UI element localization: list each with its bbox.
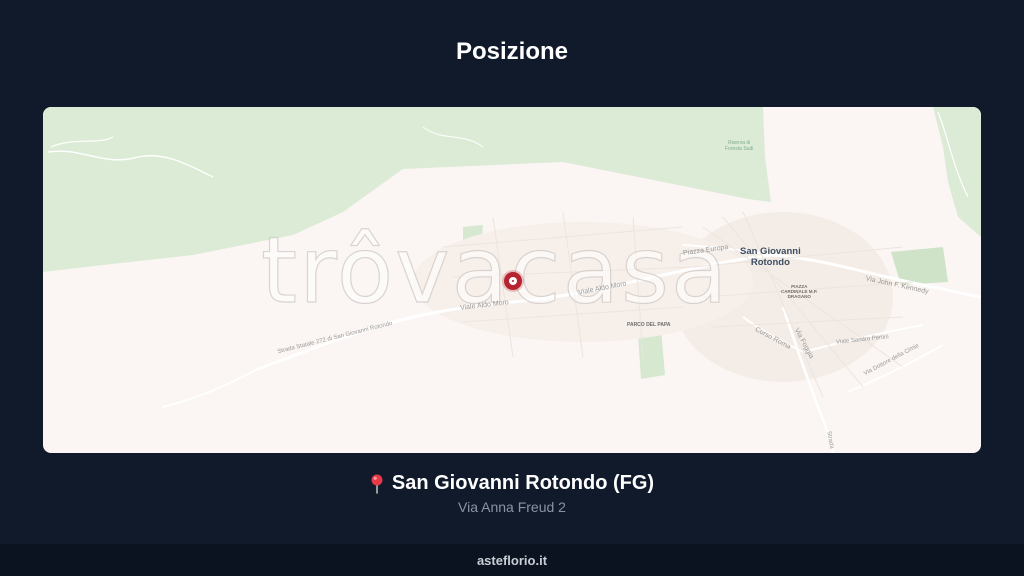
property-location-marker[interactable]	[504, 272, 522, 290]
round-pushpin-icon	[371, 474, 383, 494]
location-map[interactable]: trôvacasa Riserva di Foresta Sudi San Gi…	[43, 107, 981, 453]
location-name: San Giovanni Rotondo (FG)	[391, 472, 655, 494]
map-park-label-reserve: Riserva di Foresta Sudi	[725, 140, 754, 152]
footer-site-link[interactable]: asteflorio.it	[477, 553, 547, 568]
location-address: Via Anna Freud 2	[458, 499, 566, 515]
map-town-label: San Giovanni Rotondo	[740, 246, 801, 268]
footer: asteflorio.it	[0, 544, 1024, 576]
page-title: Posizione	[455, 38, 569, 65]
map-park-label-papa: PARCO DEL PAPA	[627, 322, 671, 328]
marker-center-dot	[512, 280, 514, 282]
location-heading: San Giovanni Rotondo (FG)	[0, 472, 1024, 495]
map-square-label: PIAZZA CARDINALE M.P. DRAGANO	[781, 284, 818, 299]
